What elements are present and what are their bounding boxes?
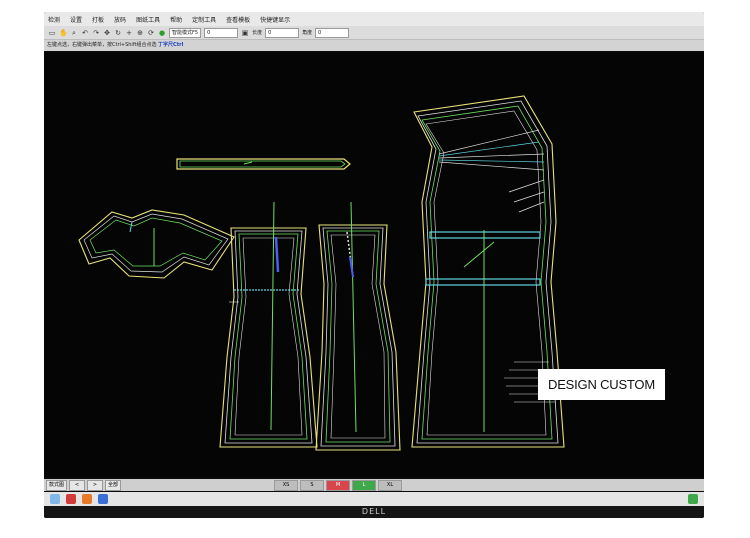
- toolbar: ▭ ✋ ⌕ ↶ ↷ ✥ ↻ + ⊕ ⟳ ● 智能模式F5 0 ▣ 长度 0 角度…: [44, 26, 704, 40]
- app-orange-icon[interactable]: [82, 494, 92, 504]
- tray-green-icon[interactable]: [688, 494, 698, 504]
- length-label: 长度: [252, 30, 263, 36]
- size-cell-xs[interactable]: XS: [274, 479, 298, 491]
- app-blue-icon[interactable]: [98, 494, 108, 504]
- size-cell-l[interactable]: L: [352, 479, 376, 491]
- app-red-icon[interactable]: [66, 494, 76, 504]
- menu-item-custom-tools[interactable]: 定制工具: [192, 15, 216, 24]
- start-icon[interactable]: [50, 494, 60, 504]
- menu-bar: 检测 设置 打板 放码 图纸工具 帮助 定制工具 查看模板 快捷键显示: [44, 12, 704, 26]
- os-taskbar: [44, 492, 704, 506]
- sleeve-piece: [78, 209, 235, 279]
- monitor-brand-logo: DELL: [44, 506, 704, 518]
- pattern-canvas[interactable]: DESIGN CUSTOM: [44, 52, 704, 477]
- rotate-icon[interactable]: ↻: [114, 29, 122, 37]
- menu-item-grading[interactable]: 放码: [114, 15, 126, 24]
- style-tab[interactable]: 款式图: [46, 479, 68, 491]
- redo-icon[interactable]: ↷: [92, 29, 100, 37]
- mode-dropdown[interactable]: 智能模式F5: [169, 27, 202, 38]
- hint-bar: 左键点选，右键弹出菜单，按Ctrl+Shift组合点选 丁字尺Ctrl: [44, 40, 704, 51]
- menu-item-detect[interactable]: 检测: [48, 15, 60, 24]
- menu-item-shortcuts[interactable]: 快捷键显示: [260, 15, 290, 24]
- hand-tool-icon[interactable]: ✋: [59, 29, 68, 37]
- next-button[interactable]: >: [87, 479, 104, 491]
- move-icon[interactable]: ✥: [103, 29, 111, 37]
- angle-label: 角度: [302, 30, 313, 36]
- status-bar: 款式图 < > 全部 XS S M L XL: [44, 479, 704, 491]
- size-cell-xl[interactable]: XL: [378, 479, 402, 491]
- back-panel-middle: [315, 201, 401, 451]
- hint-emphasis: 丁字尺Ctrl: [158, 42, 184, 48]
- waistband-piece: [176, 158, 351, 170]
- apply-icon[interactable]: ▣: [241, 29, 249, 37]
- hint-text: 左键点选，右键弹出菜单，按Ctrl+Shift组合点选: [47, 42, 157, 48]
- pattern-drawing: [78, 95, 565, 451]
- monitor-screen: 检测 设置 打板 放码 图纸工具 帮助 定制工具 查看模板 快捷键显示 ▭ ✋ …: [44, 12, 704, 518]
- menu-item-help[interactable]: 帮助: [170, 15, 182, 24]
- menu-item-pattern[interactable]: 打板: [92, 15, 104, 24]
- design-custom-label: DESIGN CUSTOM: [538, 369, 665, 400]
- menu-item-settings[interactable]: 设置: [70, 15, 82, 24]
- all-button[interactable]: 全部: [105, 479, 122, 491]
- prev-button[interactable]: <: [69, 479, 86, 491]
- green-dot-icon[interactable]: ●: [158, 29, 166, 37]
- size-cell-m[interactable]: M: [326, 479, 350, 491]
- length-field[interactable]: 0: [265, 27, 300, 38]
- select-tool-icon[interactable]: ▭: [48, 29, 56, 37]
- refresh-icon[interactable]: ⟳: [147, 29, 155, 37]
- angle-field[interactable]: 0: [315, 27, 350, 38]
- front-panel-left: [219, 201, 318, 448]
- menu-item-drawing-tools[interactable]: 图纸工具: [136, 15, 160, 24]
- plus-icon[interactable]: +: [125, 29, 133, 37]
- measure-icon[interactable]: ⊕: [136, 29, 144, 37]
- size-cell-s[interactable]: S: [300, 479, 324, 491]
- menu-item-view-template[interactable]: 查看模板: [226, 15, 250, 24]
- zoom-icon[interactable]: ⌕: [70, 29, 78, 37]
- value-field-1[interactable]: 0: [204, 27, 239, 38]
- undo-icon[interactable]: ↶: [81, 29, 89, 37]
